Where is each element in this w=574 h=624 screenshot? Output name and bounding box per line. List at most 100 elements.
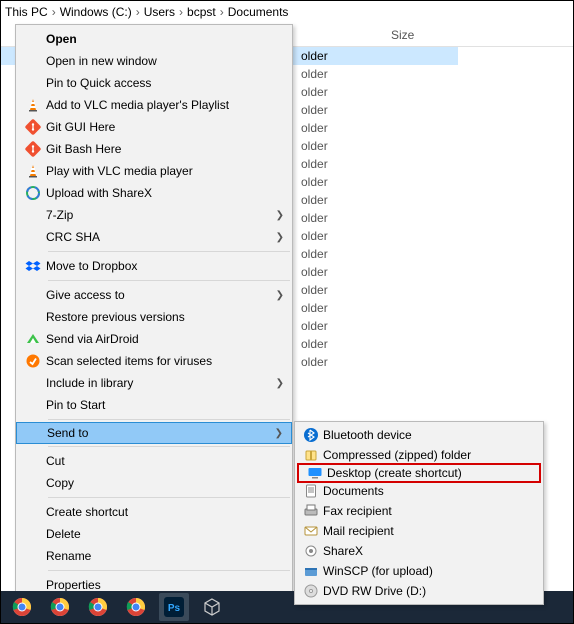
menu-item-label: Create shortcut [46, 505, 268, 519]
submenu-item-winscp-for-upload[interactable]: WinSCP (for upload) [295, 561, 543, 581]
menu-item-open-in-new-window[interactable]: Open in new window [16, 50, 292, 72]
menu-item-7-zip[interactable]: 7-Zip ❯ [16, 204, 292, 226]
blank-icon [20, 50, 46, 72]
sharexg-icon [299, 541, 323, 561]
menu-item-move-to-dropbox[interactable]: Move to Dropbox [16, 255, 292, 277]
breadcrumb-item[interactable]: Windows (C:) [60, 5, 132, 19]
menu-item-create-shortcut[interactable]: Create shortcut [16, 501, 292, 523]
menu-item-restore-previous-versions[interactable]: Restore previous versions [16, 306, 292, 328]
submenu-item-desktop-create-shortcut[interactable]: Desktop (create shortcut) [297, 463, 541, 483]
menu-separator [48, 446, 290, 447]
menu-item-label: Upload with ShareX [46, 186, 268, 200]
menu-separator [48, 570, 290, 571]
chevron-right-icon: ❯ [276, 290, 284, 301]
menu-item-add-to-vlc-media-player-s-playlist[interactable]: Add to VLC media player's Playlist [16, 94, 292, 116]
menu-separator [48, 497, 290, 498]
submenu-item-bluetooth-device[interactable]: Bluetooth device [295, 425, 543, 445]
taskbar-chrome-icon[interactable] [7, 593, 37, 621]
blank-icon [20, 450, 46, 472]
submenu-item-label: Desktop (create shortcut) [327, 466, 533, 480]
menu-item-send-to[interactable]: Send to ❯ [16, 422, 292, 444]
menu-item-label: Rename [46, 549, 268, 563]
blank-icon [20, 523, 46, 545]
menu-item-pin-to-quick-access[interactable]: Pin to Quick access [16, 72, 292, 94]
menu-item-git-bash-here[interactable]: Git Bash Here [16, 138, 292, 160]
blank-icon [20, 204, 46, 226]
menu-item-upload-with-sharex[interactable]: Upload with ShareX [16, 182, 292, 204]
submenu-item-compressed-zipped-folder[interactable]: Compressed (zipped) folder [295, 445, 543, 465]
submenu-item-mail-recipient[interactable]: Mail recipient [295, 521, 543, 541]
git-icon [20, 138, 46, 160]
chevron-right-icon: › [134, 5, 142, 19]
blank-icon [20, 545, 46, 567]
submenu-item-label: Fax recipient [323, 504, 535, 518]
menu-item-pin-to-start[interactable]: Pin to Start [16, 394, 292, 416]
breadcrumb-item[interactable]: Users [144, 5, 175, 19]
chevron-right-icon: › [50, 5, 58, 19]
submenu-item-documents[interactable]: Documents [295, 481, 543, 501]
winscp-icon [299, 561, 323, 581]
vlc-icon [20, 94, 46, 116]
menu-item-label: Pin to Quick access [46, 76, 268, 90]
blank-icon [20, 306, 46, 328]
menu-item-give-access-to[interactable]: Give access to ❯ [16, 284, 292, 306]
taskbar-chrome-icon[interactable] [83, 593, 113, 621]
menu-item-open[interactable]: Open [16, 28, 292, 50]
submenu-item-label: DVD RW Drive (D:) [323, 584, 535, 598]
submenu-item-label: Documents [323, 484, 535, 498]
menu-item-crc-sha[interactable]: CRC SHA ❯ [16, 226, 292, 248]
submenu-item-sharex[interactable]: ShareX [295, 541, 543, 561]
avast-icon [20, 350, 46, 372]
menu-item-label: CRC SHA [46, 230, 268, 244]
menu-item-label: Send to [47, 426, 267, 440]
sendto-submenu: Bluetooth device Compressed (zipped) fold… [294, 421, 544, 605]
menu-item-label: Pin to Start [46, 398, 268, 412]
blank-icon [20, 284, 46, 306]
blank-icon [20, 28, 46, 50]
taskbar-chrome-icon[interactable] [45, 593, 75, 621]
menu-item-scan-selected-items-for-viruses[interactable]: Scan selected items for viruses [16, 350, 292, 372]
bluetooth-icon [299, 425, 323, 445]
menu-item-label: Scan selected items for viruses [46, 354, 268, 368]
breadcrumb-item[interactable]: bcpst [187, 5, 216, 19]
breadcrumb-item[interactable]: Documents [228, 5, 289, 19]
menu-item-label: Open in new window [46, 54, 268, 68]
chevron-right-icon: ❯ [276, 232, 284, 243]
submenu-item-dvd-rw-drive-d[interactable]: DVD RW Drive (D:) [295, 581, 543, 601]
taskbar-cube-icon[interactable] [197, 593, 227, 621]
menu-item-label: Give access to [46, 288, 268, 302]
blank-icon [21, 422, 47, 444]
menu-item-label: 7-Zip [46, 208, 268, 222]
svg-text:Ps: Ps [168, 603, 181, 614]
taskbar-chrome-icon[interactable] [121, 593, 151, 621]
chevron-right-icon: › [218, 5, 226, 19]
taskbar-photoshop-icon[interactable]: Ps [159, 593, 189, 621]
submenu-item-fax-recipient[interactable]: Fax recipient [295, 501, 543, 521]
menu-item-label: Include in library [46, 376, 268, 390]
menu-item-delete[interactable]: Delete [16, 523, 292, 545]
airdroid-icon [20, 328, 46, 350]
menu-item-play-with-vlc-media-player[interactable]: Play with VLC media player [16, 160, 292, 182]
submenu-item-label: Bluetooth device [323, 428, 535, 442]
menu-item-rename[interactable]: Rename [16, 545, 292, 567]
fax-icon [299, 501, 323, 521]
dropbox-icon [20, 255, 46, 277]
vlc-icon [20, 160, 46, 182]
breadcrumb-item[interactable]: This PC [5, 5, 48, 19]
menu-item-git-gui-here[interactable]: Git GUI Here [16, 116, 292, 138]
menu-item-label: Copy [46, 476, 268, 490]
breadcrumb[interactable]: This PC › Windows (C:) › Users › bcpst ›… [1, 1, 573, 23]
chevron-right-icon: ❯ [275, 428, 283, 439]
menu-item-copy[interactable]: Copy [16, 472, 292, 494]
menu-item-include-in-library[interactable]: Include in library ❯ [16, 372, 292, 394]
chevron-right-icon: ❯ [276, 210, 284, 221]
menu-item-label: Git GUI Here [46, 120, 268, 134]
menu-item-label: Move to Dropbox [46, 259, 268, 273]
chevron-right-icon: ❯ [276, 378, 284, 389]
zip-icon [299, 445, 323, 465]
column-header-size[interactable]: Size [381, 28, 461, 42]
menu-item-send-via-airdroid[interactable]: Send via AirDroid [16, 328, 292, 350]
menu-item-label: Cut [46, 454, 268, 468]
mail-icon [299, 521, 323, 541]
menu-item-cut[interactable]: Cut [16, 450, 292, 472]
